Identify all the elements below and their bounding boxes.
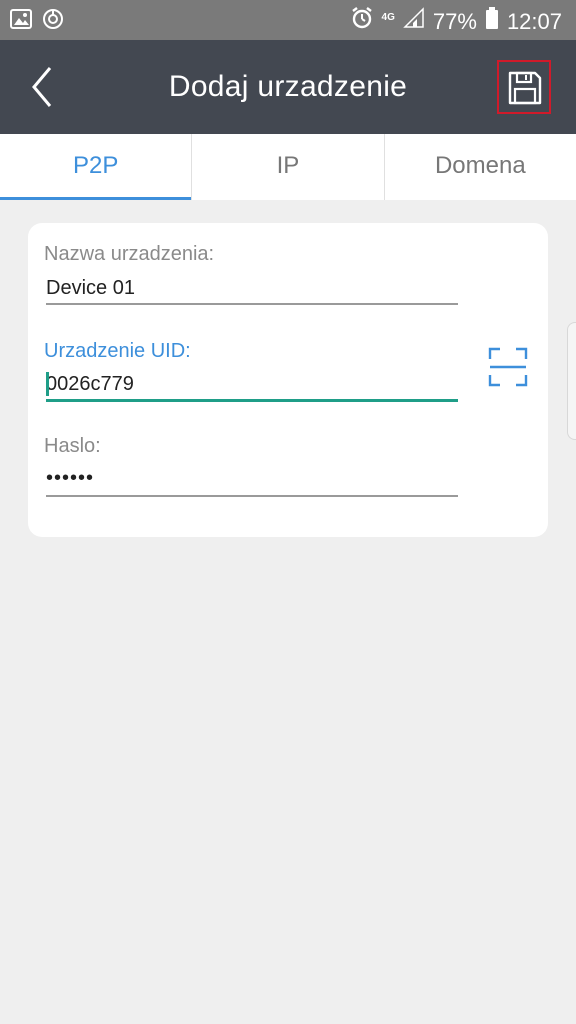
clock: 12:07 bbox=[506, 8, 562, 34]
signal-icon bbox=[403, 7, 425, 36]
tab-p2p[interactable]: P2P bbox=[0, 134, 193, 200]
page-title: Dodaj urzadzenie bbox=[168, 70, 408, 103]
image-icon bbox=[10, 9, 32, 34]
password-label: Haslo: bbox=[44, 435, 101, 457]
password-underline bbox=[46, 495, 458, 497]
text-cursor bbox=[46, 372, 49, 396]
device-uid-underline bbox=[46, 399, 458, 402]
alarm-icon bbox=[350, 6, 374, 37]
sync-icon bbox=[42, 8, 64, 35]
device-uid-input[interactable]: 0026c779 bbox=[46, 373, 458, 396]
device-name-label: Nazwa urzadzenia: bbox=[44, 243, 215, 265]
battery-icon bbox=[485, 6, 499, 37]
tab-bar: P2P IP Domena bbox=[0, 134, 576, 200]
tab-ip[interactable]: IP bbox=[192, 134, 385, 200]
tab-domena[interactable]: Domena bbox=[385, 134, 576, 200]
network-type: 4G bbox=[381, 11, 395, 23]
save-button[interactable] bbox=[497, 60, 551, 114]
device-name-underline bbox=[46, 303, 458, 305]
app-header: Dodaj urzadzenie bbox=[0, 40, 576, 134]
battery-level: 77% bbox=[432, 8, 477, 34]
status-bar: 4G 77% 12:07 bbox=[0, 0, 576, 40]
device-name-input[interactable]: Device 01 bbox=[46, 277, 458, 300]
device-form-card: Nazwa urzadzenia: Device 01 Urzadzenie U… bbox=[28, 223, 548, 537]
password-input[interactable]: •••••• bbox=[46, 467, 458, 490]
scan-icon bbox=[488, 347, 528, 391]
side-panel-handle[interactable] bbox=[567, 322, 576, 440]
device-uid-label: Urzadzenie UID: bbox=[44, 340, 191, 362]
qr-scan-button[interactable] bbox=[488, 347, 528, 387]
